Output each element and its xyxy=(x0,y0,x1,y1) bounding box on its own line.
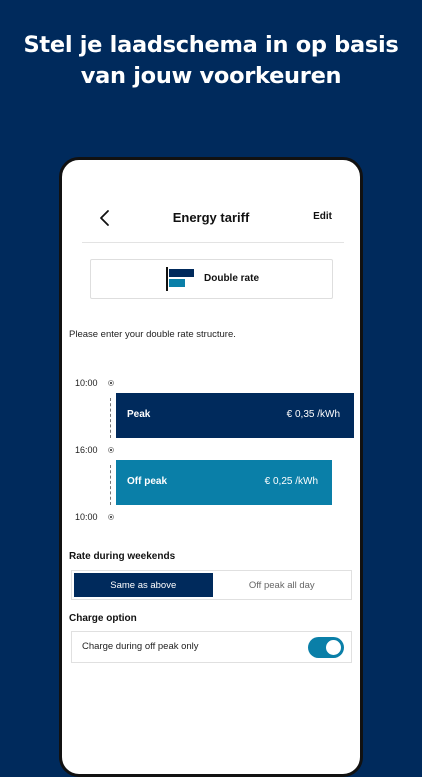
timeline-connector-offpeak xyxy=(110,465,111,505)
time-label-start: 10:00 xyxy=(75,378,98,388)
toggle-knob xyxy=(326,640,341,655)
offpeak-rate-name: Off peak xyxy=(127,476,168,487)
instruction-text: Please enter your double rate structure. xyxy=(69,329,236,340)
phone-frame: Energy tariff Edit Double rate Please en… xyxy=(59,157,363,777)
energy-tariff-screen: Energy tariff Edit Double rate Please en… xyxy=(62,160,360,774)
time-label-middle: 16:00 xyxy=(75,445,98,455)
promo-headline: Stel je laadschema in op basis van jouw … xyxy=(0,30,422,92)
nav-bar: Energy tariff Edit xyxy=(62,200,360,236)
promo-headline-line-2: van jouw voorkeuren xyxy=(80,63,342,89)
nav-divider xyxy=(82,242,344,243)
peak-rate-name: Peak xyxy=(127,409,151,420)
time-marker-middle[interactable] xyxy=(108,447,114,453)
time-label-end: 10:00 xyxy=(75,512,98,522)
charge-option-row: Charge during off peak only xyxy=(71,631,352,663)
timeline-connector-peak xyxy=(110,398,111,438)
charge-option-label: Charge during off peak only xyxy=(82,641,199,652)
offpeak-rate-price: € 0,25 /kWh xyxy=(264,476,318,487)
double-rate-icon xyxy=(166,267,194,291)
offpeak-charge-toggle[interactable] xyxy=(308,637,344,658)
peak-rate-price: € 0,35 /kWh xyxy=(286,409,340,420)
weekend-section-title: Rate during weekends xyxy=(69,551,176,562)
charge-option-title: Charge option xyxy=(69,613,137,624)
weekend-rate-selector: Same as above Off peak all day xyxy=(71,570,352,600)
edit-button[interactable]: Edit xyxy=(313,211,332,222)
weekend-option-off-peak-all-day[interactable]: Off peak all day xyxy=(213,571,352,599)
promo-headline-line-1: Stel je laadschema in op basis xyxy=(23,32,399,58)
tariff-type-card[interactable]: Double rate xyxy=(90,259,333,299)
tariff-type-label: Double rate xyxy=(204,273,260,284)
peak-rate-block[interactable]: Peak € 0,35 /kWh xyxy=(116,393,354,438)
weekend-option-same-as-above[interactable]: Same as above xyxy=(74,573,213,597)
time-marker-start[interactable] xyxy=(108,380,114,386)
time-marker-end[interactable] xyxy=(108,514,114,520)
offpeak-rate-block[interactable]: Off peak € 0,25 /kWh xyxy=(116,460,332,505)
